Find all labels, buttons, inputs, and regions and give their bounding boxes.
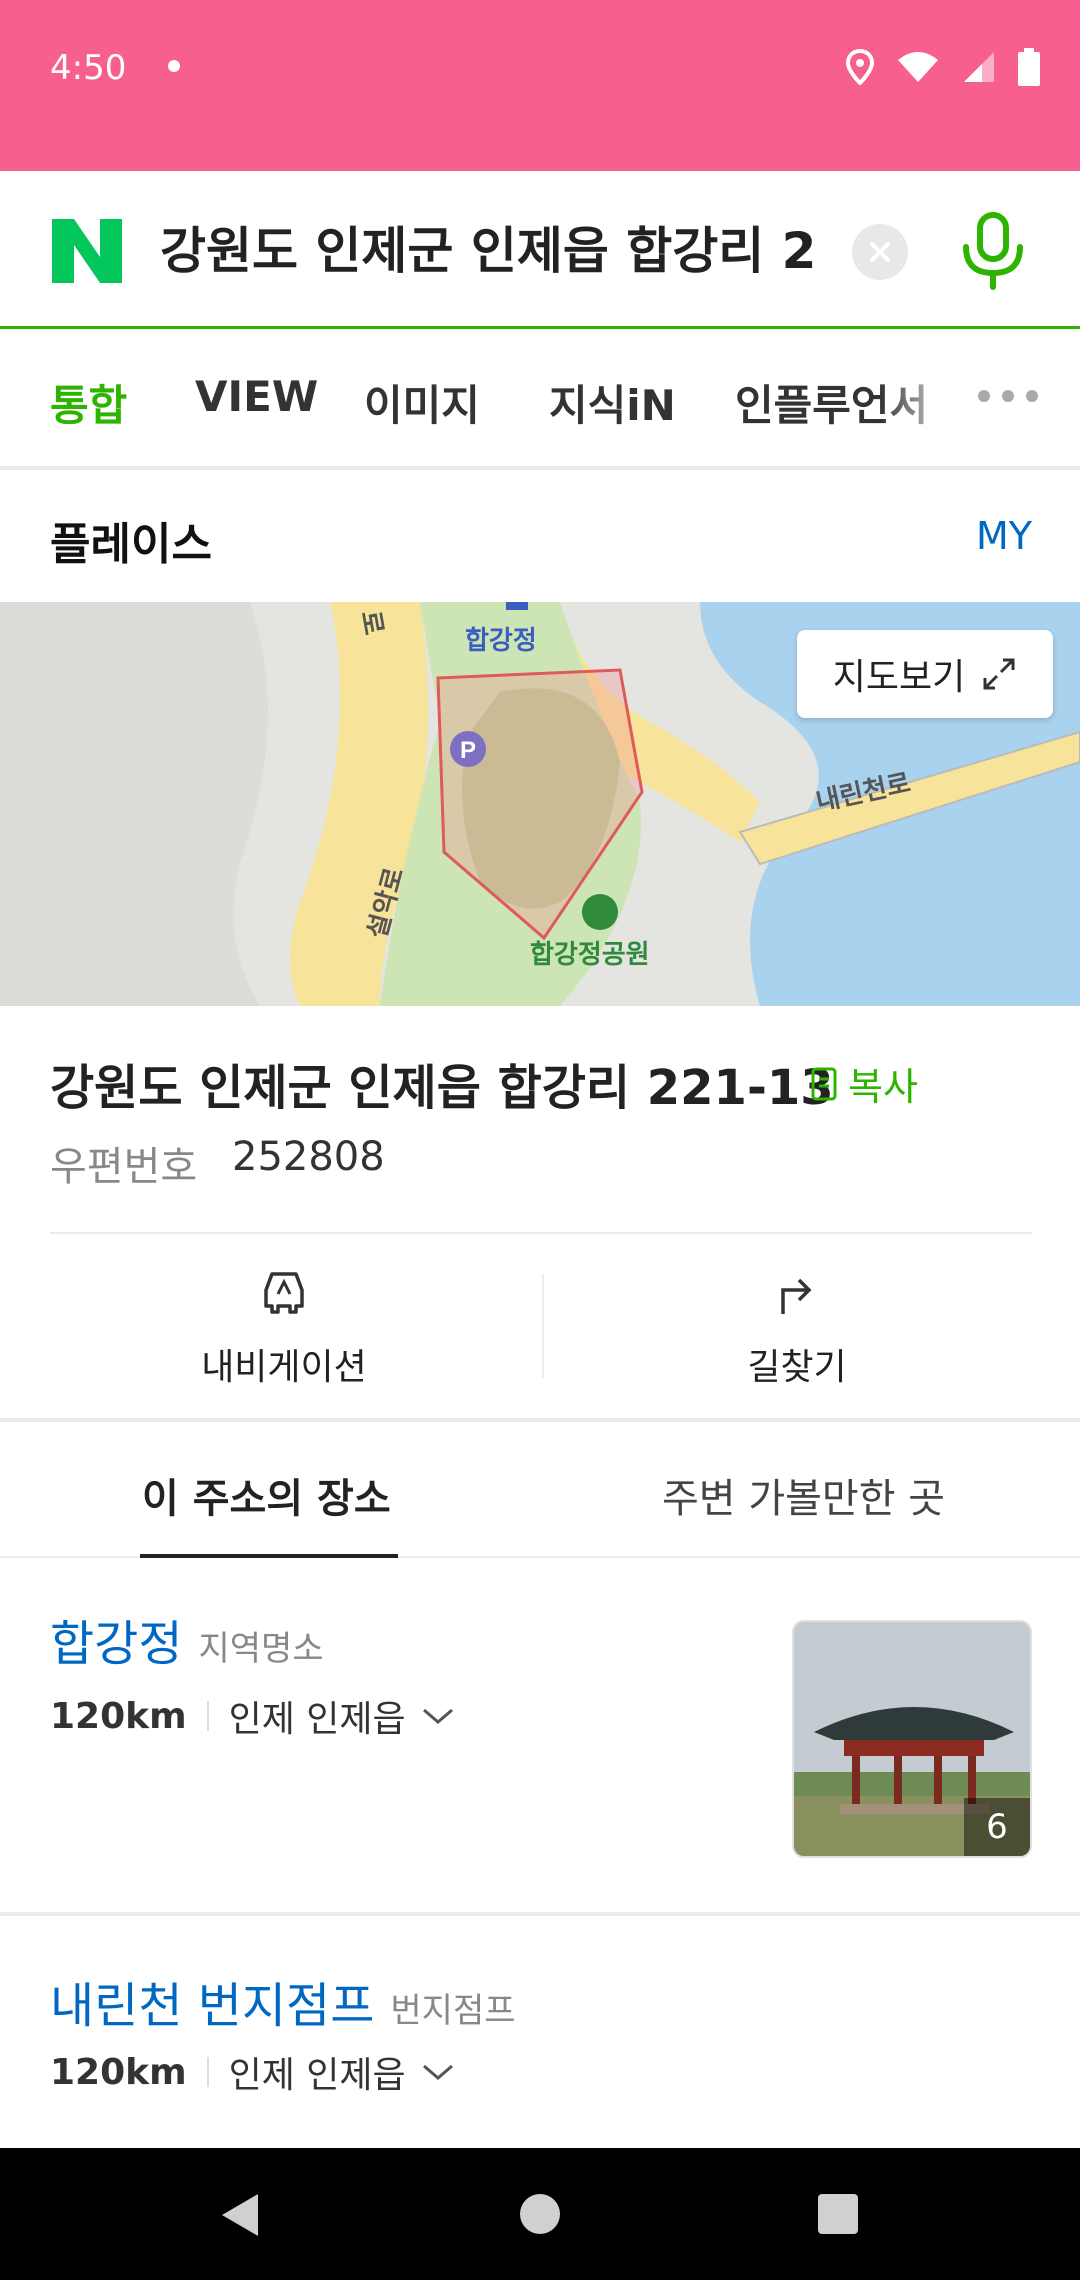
status-icons	[846, 48, 1040, 86]
place-category: 번지점프	[390, 1991, 516, 2031]
svg-text:P: P	[460, 737, 476, 764]
directions-arrow-icon	[781, 1278, 812, 1314]
directions-label: 길찾기	[747, 1347, 847, 1388]
address-text: 강원도 인제군 인제읍 합강리 221-13	[50, 1060, 834, 1116]
place-sub-tabs: 이 주소의 장소 주변 가볼만한 곳	[0, 1422, 1080, 1558]
view-map-label: 지도보기	[832, 657, 966, 698]
tab-nearby-attractions[interactable]: 주변 가볼만한 곳	[662, 1466, 945, 1524]
clear-search-button[interactable]	[852, 224, 908, 280]
signal-icon	[964, 52, 994, 82]
map-label-park: 합강정공원	[530, 940, 650, 970]
active-tab-indicator	[140, 1554, 398, 1558]
location-icon	[846, 49, 874, 85]
copy-icon	[811, 1067, 837, 1100]
place-meta: 120km 인제 인제읍	[50, 1690, 456, 1742]
close-icon	[870, 242, 890, 262]
search-bar: 강원도 인제군 인제읍 합강리 221-13	[0, 171, 1080, 329]
chevron-down-icon[interactable]	[420, 1704, 456, 1728]
place-name-link[interactable]: 내린천 번지점프 번지점프	[50, 1966, 516, 2036]
recent-apps-icon[interactable]	[818, 2194, 858, 2234]
notification-dot-icon	[168, 60, 180, 72]
wifi-icon	[898, 52, 938, 82]
place-category: 지역명소	[198, 1629, 324, 1669]
back-icon[interactable]	[218, 2192, 262, 2238]
place-photo-thumbnail[interactable]: 6	[792, 1620, 1032, 1858]
place-section-title: 플레이스	[50, 519, 212, 570]
action-row: 내비게이션 길찾기	[0, 1234, 1080, 1422]
search-tab-bar: 통합 VIEW 이미지 지식iN 인플루언서	[0, 332, 1080, 470]
mic-icon[interactable]	[958, 211, 1028, 291]
place-meta: 120km 인제 인제읍	[50, 2046, 456, 2098]
battery-icon	[1018, 48, 1040, 86]
place-name[interactable]: 합강정	[50, 1616, 182, 1672]
tab-places-at-address[interactable]: 이 주소의 장소	[142, 1466, 391, 1524]
car-navigation-icon	[264, 1272, 304, 1314]
status-bar: 4:50	[0, 0, 1080, 171]
directions-button[interactable]: 길찾기	[647, 1268, 947, 1390]
result-divider	[0, 1912, 1080, 1916]
place-area[interactable]: 인제 인제읍	[229, 1690, 406, 1742]
place-header: 플레이스 MY	[0, 470, 1080, 602]
system-nav-bar	[0, 2148, 1080, 2280]
tab-knowledge-in[interactable]: 지식iN	[549, 372, 676, 433]
naver-logo-icon[interactable]	[52, 219, 122, 283]
view-map-button[interactable]: 지도보기	[797, 630, 1053, 718]
navigation-label: 내비게이션	[201, 1347, 367, 1388]
place-name-link[interactable]: 합강정 지역명소	[50, 1604, 324, 1674]
expand-icon	[983, 658, 1015, 690]
navigation-button[interactable]: 내비게이션	[134, 1268, 434, 1390]
tab-images[interactable]: 이미지	[364, 372, 480, 433]
chevron-down-icon[interactable]	[420, 2060, 456, 2084]
meta-separator	[206, 2057, 209, 2087]
copy-label: 복사	[848, 1065, 918, 1109]
status-time: 4:50	[50, 48, 127, 88]
meta-separator	[206, 1701, 209, 1731]
action-separator	[542, 1274, 544, 1378]
search-input[interactable]: 강원도 인제군 인제읍 합강리 221-13	[160, 211, 820, 291]
tab-view[interactable]: VIEW	[195, 372, 318, 421]
tab-fade	[880, 362, 960, 442]
place-distance: 120km	[50, 2051, 187, 2093]
more-tabs-icon[interactable]	[978, 390, 1038, 402]
place-name[interactable]: 내린천 번지점프	[50, 1978, 374, 2034]
place-distance: 120km	[50, 1695, 187, 1737]
my-place-link[interactable]: MY	[976, 514, 1032, 558]
home-icon[interactable]	[520, 2194, 560, 2234]
postal-code-label: 우편번호	[50, 1144, 198, 1190]
tab-integrated[interactable]: 통합	[50, 372, 127, 433]
address-block: 강원도 인제군 인제읍 합강리 221-13 복사 우편번호 252808	[0, 1006, 1080, 1234]
photo-count-badge: 6	[964, 1798, 1030, 1856]
place-area[interactable]: 인제 인제읍	[229, 2046, 406, 2098]
map-label-station: 합강정	[465, 626, 537, 656]
postal-code-value: 252808	[232, 1134, 385, 1180]
copy-address-button[interactable]: 복사	[810, 1056, 918, 1111]
